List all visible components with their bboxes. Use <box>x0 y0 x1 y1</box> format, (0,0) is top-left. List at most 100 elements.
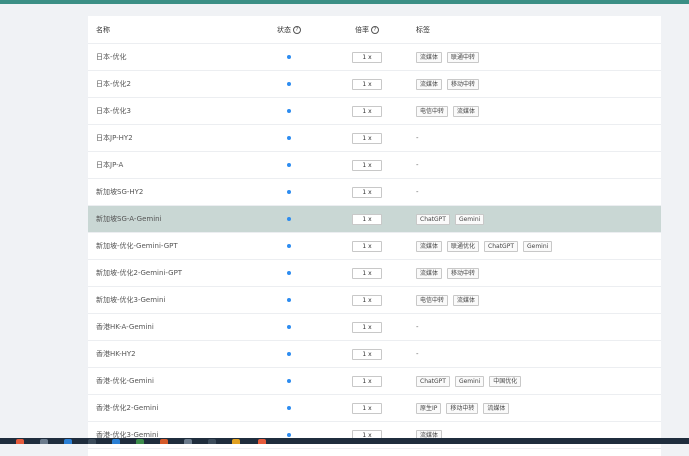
node-status <box>271 368 307 394</box>
table-row[interactable]: 日本-优化3 1 x 电信中转 流媒体 <box>88 98 661 125</box>
node-name: 日本JP-HY2 <box>96 134 133 142</box>
node-rate: 1 x <box>352 125 382 151</box>
node-tags: 电信中转 流媒体 <box>416 287 656 313</box>
tag-badge: 流媒体 <box>453 105 480 117</box>
node-name: 新加坡-优化2-Gemini-GPT <box>96 269 183 277</box>
tag-badge: Gemini <box>523 240 553 252</box>
node-name: 新加坡SG-HY2 <box>96 188 144 196</box>
rate-badge: 1 x <box>352 294 382 306</box>
status-dot-icon <box>287 109 291 113</box>
table-row[interactable]: 日本-优化 1 x 流媒体 联通中转 <box>88 44 661 71</box>
tag-badge: Gemini <box>454 375 485 387</box>
node-tags: - <box>416 125 656 151</box>
node-tags: ChatGPT Gemini <box>416 206 656 232</box>
empty-tags: - <box>416 350 419 358</box>
status-dot-icon <box>287 82 291 86</box>
tag-badge: ChatGPT <box>416 213 450 225</box>
table-row[interactable]: 香港-优化-Gemini 1 x ChatGPT Gemini 中国优化 <box>88 368 661 395</box>
tag-badge: 移动中转 <box>447 267 480 279</box>
tag-badge: 移动中转 <box>446 402 479 414</box>
node-table: 名称 状态 ? 倍率 ? 标签 日本-优化 1 x 流媒体 联通中转 日本-优化2 1 x… <box>88 16 661 456</box>
tag-badge: 流媒体 <box>416 51 443 63</box>
node-rate: 1 x <box>352 395 382 421</box>
table-row[interactable]: 新加坡-优化3-Gemini 1 x 电信中转 流媒体 <box>88 287 661 314</box>
node-tags: - <box>416 179 656 205</box>
status-dot-icon <box>287 298 291 302</box>
table-row[interactable]: 香港HK-HY2 1 x - <box>88 341 661 368</box>
status-dot-icon <box>287 271 291 275</box>
node-name: 新加坡SG-A-Gemini <box>96 215 162 223</box>
empty-tags: - <box>416 188 419 196</box>
table-row[interactable]: 日本-优化2 1 x 流媒体 移动中转 <box>88 71 661 98</box>
tag-badge: 流媒体 <box>416 240 443 252</box>
taskbar-app-icon[interactable] <box>208 439 216 444</box>
os-taskbar <box>0 438 689 444</box>
table-row[interactable]: 香港-优化3-Gemini 1 x 流媒体 <box>88 422 661 449</box>
node-status <box>271 152 307 178</box>
status-dot-icon <box>287 244 291 248</box>
table-header: 名称 状态 ? 倍率 ? 标签 <box>88 16 661 44</box>
node-tags: 电信中转 流媒体 <box>416 98 656 124</box>
table-row[interactable]: 日本JP-A 1 x - <box>88 152 661 179</box>
node-status <box>271 71 307 97</box>
rate-badge: 1 x <box>352 78 382 90</box>
header-name-label: 名称 <box>96 25 110 34</box>
tag-badge: 中国优化 <box>489 375 522 387</box>
tag-badge: 流媒体 <box>483 402 510 414</box>
node-tags: - <box>416 314 656 340</box>
taskbar-app-icon[interactable] <box>184 439 192 444</box>
taskbar-app-icon[interactable] <box>160 439 168 444</box>
rate-badge: 1 x <box>352 186 382 198</box>
status-dot-icon <box>287 55 291 59</box>
tag-badge: Gemini <box>454 213 485 225</box>
status-dot-icon <box>287 325 291 329</box>
tag-badge: ChatGPT <box>416 375 450 387</box>
empty-tags: - <box>416 134 419 142</box>
node-tags: 流媒体 联通中转 <box>416 44 656 70</box>
taskbar-app-icon[interactable] <box>258 439 266 444</box>
tag-badge: 流媒体 <box>416 78 443 90</box>
taskbar-app-icon[interactable] <box>136 439 144 444</box>
tag-badge: 流媒体 <box>453 294 480 306</box>
node-rate: 1 x <box>352 260 382 286</box>
node-tags: 流媒体 <box>416 422 656 448</box>
empty-tags: - <box>416 323 419 331</box>
node-name: 新加坡-优化3-Gemini <box>96 296 166 304</box>
rate-badge: 1 x <box>352 267 382 279</box>
table-row[interactable]: 新加坡SG-A-Gemini 1 x ChatGPT Gemini <box>88 206 661 233</box>
table-row[interactable]: 新加坡-优化2-Gemini-GPT 1 x 流媒体 移动中转 <box>88 260 661 287</box>
header-tags: 标签 <box>416 16 656 43</box>
node-status <box>271 44 307 70</box>
header-name: 名称 <box>96 16 276 43</box>
node-status <box>271 422 307 448</box>
node-status <box>271 98 307 124</box>
table-row[interactable]: 香港-优化2-Gemini 1 x 原生IP 移动中转 流媒体 <box>88 395 661 422</box>
taskbar-app-icon[interactable] <box>64 439 72 444</box>
status-dot-icon <box>287 352 291 356</box>
tag-badge: 移动中转 <box>447 78 480 90</box>
table-row[interactable]: 日本JP-HY2 1 x - <box>88 125 661 152</box>
table-row[interactable]: 香港HK-A-Gemini 1 x - <box>88 314 661 341</box>
tag-badge: 原生IP <box>416 402 442 414</box>
taskbar-app-icon[interactable] <box>16 439 24 444</box>
tag-badge: 流媒体 <box>416 267 443 279</box>
status-dot-icon <box>287 163 291 167</box>
node-rate: 1 x <box>352 314 382 340</box>
node-rate: 1 x <box>352 233 382 259</box>
taskbar-app-icon[interactable] <box>40 439 48 444</box>
rate-badge: 1 x <box>352 105 382 117</box>
node-name: 日本JP-A <box>96 161 124 169</box>
node-status <box>271 314 307 340</box>
taskbar-app-icon[interactable] <box>88 439 96 444</box>
question-circle-icon[interactable]: ? <box>371 25 379 34</box>
question-circle-icon[interactable]: ? <box>293 25 301 34</box>
header-rate: 倍率 ? <box>352 16 382 43</box>
table-row[interactable]: 新加坡-优化-Gemini-GPT 1 x 流媒体 联通优化 ChatGPT Gemini <box>88 233 661 260</box>
node-rate: 1 x <box>352 206 382 232</box>
node-name: 香港HK-HY2 <box>96 350 136 358</box>
table-row[interactable]: 新加坡SG-HY2 1 x - <box>88 179 661 206</box>
rate-badge: 1 x <box>352 402 382 414</box>
taskbar-app-icon[interactable] <box>112 439 120 444</box>
node-status <box>271 341 307 367</box>
taskbar-app-icon[interactable] <box>232 439 240 444</box>
